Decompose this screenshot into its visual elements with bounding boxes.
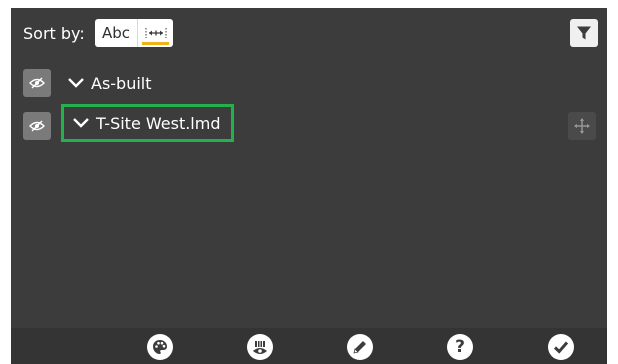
visibility-settings-icon [253,341,267,354]
help-button[interactable]: ? [447,334,473,360]
palette-icon [153,340,167,354]
sort-distance-button[interactable] [137,19,173,47]
chevron-down-icon [68,78,84,88]
eye-slash-icon [29,120,45,132]
pencil-icon [353,341,366,354]
help-icon: ? [455,336,465,357]
move-icon [574,118,590,134]
chevron-down-icon [73,118,89,128]
selected-indicator [142,42,169,45]
sort-by-label: Sort by: [23,24,85,43]
checkmark-icon [553,341,569,354]
visibility-settings-button[interactable] [247,334,273,360]
layer-manager-panel: Sort by: Abc As-built T-Site West.lmd ? [11,8,607,364]
visibility-toggle-button[interactable] [23,112,51,140]
layer-label: T-Site West.lmd [96,113,221,133]
filter-button[interactable] [570,19,598,47]
sort-options: Abc [95,19,173,47]
sort-alphabetical-button[interactable]: Abc [95,19,137,47]
distance-sort-icon [145,28,166,38]
visibility-toggle-button[interactable] [23,69,51,97]
edit-button[interactable] [347,334,373,360]
move-layer-button[interactable] [568,112,596,140]
accept-button[interactable] [548,334,574,360]
color-settings-button[interactable] [147,334,173,360]
bottom-toolbar: ? [11,328,607,364]
layer-expand-toggle[interactable]: As-built [67,69,152,97]
layer-label: As-built [91,73,152,93]
layer-expand-toggle-highlighted[interactable]: T-Site West.lmd [61,104,234,142]
eye-slash-icon [29,77,45,89]
filter-icon [577,26,591,40]
